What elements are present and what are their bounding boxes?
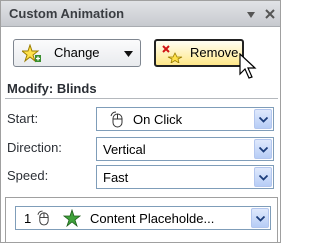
direction-value: Vertical xyxy=(103,142,146,157)
effect-index: 1 xyxy=(24,211,32,226)
chevron-down-icon xyxy=(256,216,265,222)
start-label: Start: xyxy=(7,111,39,126)
start-value: On Click xyxy=(133,112,183,127)
add-effect-star-icon xyxy=(22,44,41,63)
start-dropdown[interactable]: On Click xyxy=(96,107,274,131)
direction-dropdown-button[interactable] xyxy=(254,139,272,159)
chevron-down-icon xyxy=(124,51,133,57)
effect-name: Content Placeholde... xyxy=(90,211,215,226)
section-divider xyxy=(5,98,278,99)
close-icon[interactable] xyxy=(264,8,276,20)
direction-dropdown[interactable]: Vertical xyxy=(96,137,274,161)
speed-dropdown[interactable]: Fast xyxy=(96,165,274,189)
pane-titlebar: Custom Animation xyxy=(1,1,280,27)
chevron-down-icon xyxy=(259,175,268,181)
chevron-down-icon[interactable] xyxy=(246,11,256,19)
remove-button[interactable]: Remove xyxy=(154,39,244,67)
speed-value: Fast xyxy=(103,170,129,185)
custom-animation-pane: Custom Animation Change Remove Modify: B… xyxy=(0,0,281,243)
effect-dropdown-button[interactable] xyxy=(251,208,269,228)
start-dropdown-button[interactable] xyxy=(254,109,272,129)
remove-effect-icon xyxy=(162,45,183,63)
speed-dropdown-button[interactable] xyxy=(254,167,272,187)
remove-button-label: Remove xyxy=(190,45,239,60)
modify-heading: Modify: Blinds xyxy=(7,81,97,96)
direction-label: Direction: xyxy=(7,140,62,155)
pane-title: Custom Animation xyxy=(9,6,125,21)
speed-label: Speed: xyxy=(7,168,49,183)
chevron-down-icon xyxy=(259,117,268,123)
chevron-down-icon xyxy=(259,147,268,153)
entrance-effect-star-icon xyxy=(63,209,81,227)
change-button[interactable]: Change xyxy=(13,39,141,67)
mouse-icon xyxy=(37,210,49,226)
change-button-label: Change xyxy=(54,45,100,60)
list-item[interactable]: 1 Content Placeholde... xyxy=(15,206,271,230)
mouse-icon xyxy=(110,111,123,128)
